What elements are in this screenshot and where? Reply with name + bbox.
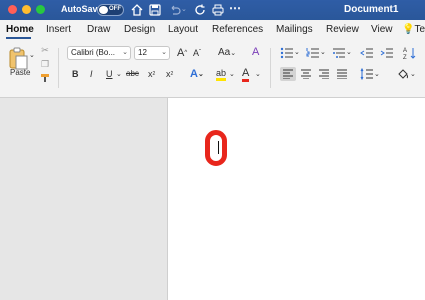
font-size-value: 12 bbox=[138, 48, 147, 57]
paste-label: Paste bbox=[10, 68, 31, 77]
more-icon[interactable]: ⋯ bbox=[229, 1, 243, 15]
tab-draw[interactable]: Draw bbox=[87, 24, 110, 35]
highlight-button[interactable]: ab bbox=[216, 68, 227, 81]
toggle-knob bbox=[99, 6, 108, 14]
line-spacing-icon[interactable] bbox=[360, 68, 374, 80]
tab-insert[interactable]: Insert bbox=[46, 24, 71, 35]
font-name-select[interactable]: Calibri (Bo... ⌄ bbox=[67, 46, 131, 60]
lightbulb-icon: 💡 bbox=[402, 24, 415, 35]
change-case-label: Aa bbox=[218, 47, 231, 58]
align-center-icon[interactable] bbox=[300, 69, 312, 79]
tab-review[interactable]: Review bbox=[326, 24, 359, 35]
copy-icon[interactable]: ❐ bbox=[40, 59, 50, 69]
toggle-state-text: OFF bbox=[109, 6, 121, 12]
tab-layout[interactable]: Layout bbox=[168, 24, 198, 35]
font-size-select[interactable]: 12 ⌄ bbox=[134, 46, 170, 60]
decrease-indent-icon[interactable] bbox=[360, 47, 374, 59]
close-window-button[interactable] bbox=[8, 5, 17, 14]
strikethrough-button[interactable]: abc bbox=[126, 69, 139, 78]
text-cursor bbox=[218, 141, 219, 154]
tab-home[interactable]: Home bbox=[6, 24, 34, 35]
numbering-icon[interactable] bbox=[306, 47, 320, 59]
maximize-window-button[interactable] bbox=[36, 5, 45, 14]
clear-formatting-button[interactable]: A bbox=[252, 46, 259, 58]
superscript-button[interactable]: x2 bbox=[166, 69, 173, 79]
bold-button[interactable]: B bbox=[72, 69, 79, 79]
shading-dropdown-icon[interactable]: ⌄ bbox=[410, 70, 416, 78]
multilevel-list-icon[interactable] bbox=[332, 47, 346, 59]
clear-format-label: A bbox=[252, 46, 260, 58]
grow-font-label: A bbox=[177, 47, 185, 59]
italic-button[interactable]: I bbox=[90, 69, 93, 79]
align-left-button[interactable] bbox=[280, 67, 296, 81]
text-effects-button[interactable]: A ⌄ bbox=[190, 68, 204, 80]
shading-icon[interactable] bbox=[396, 68, 410, 80]
tab-mailings[interactable]: Mailings bbox=[276, 24, 313, 35]
tab-references[interactable]: References bbox=[212, 24, 263, 35]
bullets-dropdown-icon[interactable]: ⌄ bbox=[294, 48, 300, 56]
line-spacing-dropdown-icon[interactable]: ⌄ bbox=[374, 70, 380, 78]
save-icon[interactable] bbox=[148, 3, 162, 17]
title-bar: AutoSave OFF ⌄ ⋯ Document1 bbox=[0, 0, 425, 20]
paste-dropdown-icon[interactable]: ⌄ bbox=[29, 51, 35, 59]
underline-dropdown-icon[interactable]: ⌄ bbox=[116, 70, 122, 78]
undo-icon[interactable] bbox=[168, 3, 182, 17]
sort-icon[interactable]: AZ bbox=[403, 46, 417, 60]
multilevel-dropdown-icon[interactable]: ⌄ bbox=[346, 48, 352, 56]
document-text-zero bbox=[205, 130, 227, 166]
underline-button[interactable]: U bbox=[106, 69, 113, 79]
home-icon[interactable] bbox=[130, 3, 144, 17]
justify-icon[interactable] bbox=[336, 69, 348, 79]
highlight-dropdown-icon[interactable]: ⌄ bbox=[229, 70, 235, 78]
tab-tell-me-label: Te bbox=[414, 24, 425, 35]
shrink-font-button[interactable]: Aˇ bbox=[193, 48, 201, 58]
highlight-label: ab bbox=[216, 68, 227, 78]
svg-text:Z: Z bbox=[403, 55, 407, 60]
font-color-label: A bbox=[242, 67, 250, 79]
print-icon[interactable] bbox=[211, 3, 225, 17]
ribbon-tabs: Home Insert Draw Design Layout Reference… bbox=[0, 20, 425, 40]
increase-indent-icon[interactable] bbox=[380, 47, 394, 59]
tab-design[interactable]: Design bbox=[124, 24, 155, 35]
bullets-icon[interactable] bbox=[280, 47, 294, 59]
font-name-value: Calibri (Bo... bbox=[71, 48, 116, 57]
format-painter-icon[interactable] bbox=[40, 73, 50, 83]
document-title: Document1 bbox=[344, 4, 399, 15]
font-color-dropdown-icon[interactable]: ⌄ bbox=[255, 70, 261, 78]
tab-view[interactable]: View bbox=[371, 24, 393, 35]
document-page[interactable]: 0 bbox=[167, 98, 425, 300]
chevron-down-icon: ⌄ bbox=[122, 49, 128, 56]
align-right-icon[interactable] bbox=[318, 69, 330, 79]
subscript-button[interactable]: x2 bbox=[148, 69, 155, 79]
change-case-button[interactable]: Aa ⌄ bbox=[218, 47, 236, 58]
tab-tell-me[interactable]: 💡Te bbox=[402, 24, 425, 35]
numbering-dropdown-icon[interactable]: ⌄ bbox=[320, 48, 326, 56]
redo-icon[interactable] bbox=[193, 3, 207, 17]
align-left-icon bbox=[283, 69, 293, 79]
text-effects-label: A bbox=[190, 68, 198, 80]
font-color-button[interactable]: A bbox=[242, 67, 250, 82]
svg-text:A: A bbox=[403, 48, 407, 54]
clipboard-icon bbox=[9, 47, 28, 70]
autosave-toggle[interactable]: OFF bbox=[97, 4, 124, 16]
cut-icon[interactable]: ✂ bbox=[40, 45, 50, 55]
grow-font-button[interactable]: A ^ bbox=[177, 47, 187, 59]
ribbon: ⌄ Paste ✂ ❐ Calibri (Bo... ⌄ 12 ⌄ A ^ Aˇ Aa… bbox=[0, 40, 425, 98]
chevron-down-icon: ⌄ bbox=[161, 49, 167, 56]
separator bbox=[270, 48, 271, 88]
minimize-window-button[interactable] bbox=[22, 5, 31, 14]
separator bbox=[58, 48, 59, 88]
document-canvas: 0 bbox=[0, 98, 425, 300]
active-tab-indicator bbox=[6, 37, 31, 39]
